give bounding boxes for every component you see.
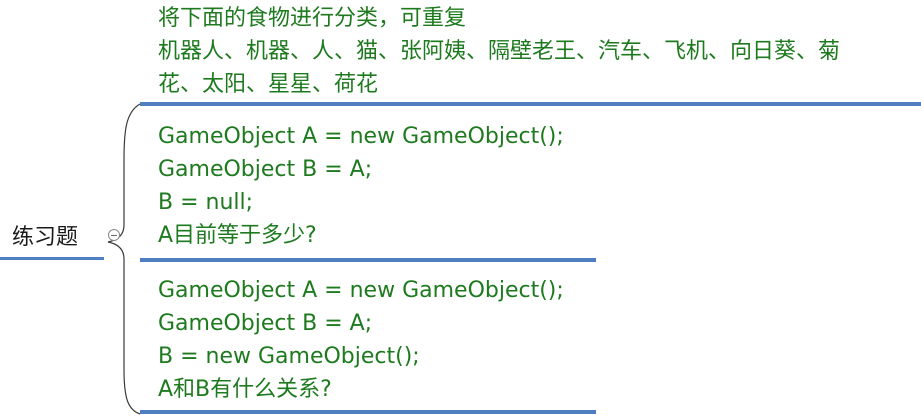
topic-classification[interactable]: 将下面的食物进行分类，可重复 机器人、机器、人、猫、张阿姨、隔壁老王、汽车、飞机… bbox=[158, 2, 840, 101]
code-line: GameObject A = new GameObject(); bbox=[158, 124, 564, 149]
mind-map: 练习题 将下面的食物进行分类，可重复 机器人、机器、人、猫、张阿姨、隔壁老王、汽… bbox=[0, 0, 921, 417]
topic-1-underline bbox=[140, 102, 921, 106]
root-topic[interactable]: 练习题 bbox=[0, 224, 104, 260]
code-line: GameObject B = A; bbox=[158, 157, 373, 182]
topic-2-underline bbox=[140, 258, 596, 262]
code-line: GameObject A = new GameObject(); bbox=[158, 278, 564, 303]
bracket-curve bbox=[107, 103, 141, 415]
topic-line: 花、太阳、星星、荷花 bbox=[158, 72, 379, 97]
question-line: A和B有什么关系? bbox=[158, 377, 332, 402]
topic-new-instance[interactable]: GameObject A = new GameObject(); GameObj… bbox=[158, 274, 564, 406]
topic-line: 将下面的食物进行分类，可重复 bbox=[158, 6, 467, 31]
topic-3-underline bbox=[140, 410, 596, 414]
question-line: A目前等于多少? bbox=[158, 223, 317, 248]
code-line: GameObject B = A; bbox=[158, 311, 373, 336]
topic-null-assignment[interactable]: GameObject A = new GameObject(); GameObj… bbox=[158, 120, 564, 252]
topic-line: 机器人、机器、人、猫、张阿姨、隔壁老王、汽车、飞机、向日葵、菊 bbox=[158, 39, 841, 64]
collapse-minus-icon[interactable] bbox=[108, 229, 120, 241]
code-line: B = null; bbox=[158, 190, 254, 215]
root-topic-underline bbox=[0, 257, 104, 260]
root-topic-label: 练习题 bbox=[12, 225, 79, 250]
code-line: B = new GameObject(); bbox=[158, 344, 420, 369]
